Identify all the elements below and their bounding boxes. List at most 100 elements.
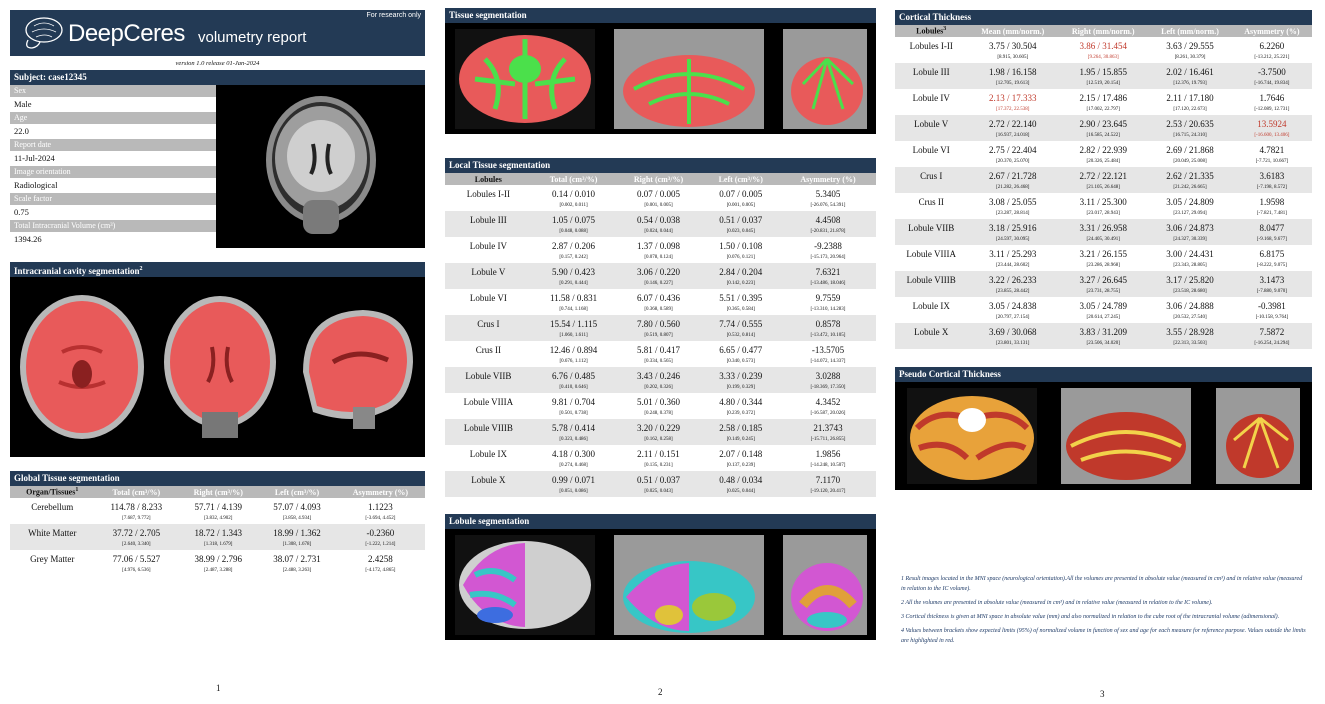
cell-asym: 1.9598: [1259, 196, 1285, 207]
page-3: Cortical Thickness Lobules3 Mean (mm/nor…: [895, 0, 1312, 699]
cell-asym: 1.1223: [368, 501, 393, 512]
cell-total-range: [0.744, 1.168]: [559, 306, 588, 312]
cell-left: 4.80 / 0.344: [719, 396, 763, 407]
table-row-range: [23.855, 28.442] [23.731, 28.755] [23.518,…: [895, 285, 1312, 297]
subject-fields: Sex Male Age 22.0 Report date 11-Jul-202…: [10, 85, 216, 248]
row-name-spacer: [445, 381, 532, 393]
cell-asym-range: [-20.831, 21.878]: [779, 225, 876, 237]
cell-right-range: [1.318, 1.679]: [178, 538, 259, 550]
table-row-range: [0.051, 0.086] [0.025, 0.043] [0.025, 0.04…: [445, 485, 876, 497]
cell-left-range: [23.127, 29.094]: [1173, 210, 1207, 216]
row-name-spacer: [895, 337, 968, 349]
cell-asym: 2.4258: [368, 553, 393, 564]
cell-asym-range: [-7.880, 9.070]: [1231, 285, 1312, 297]
row-name: Lobule IX: [469, 448, 507, 459]
table-row-range: [0.501, 0.738] [0.248, 0.378] [0.239, 0.37…: [445, 407, 876, 419]
row-name: Lobule VIIB: [895, 219, 968, 233]
table-row-range: [0.410, 0.646] [0.202, 0.326] [0.199, 0.32…: [445, 381, 876, 393]
cell-asym-range: [-4.172, 4.865]: [365, 567, 396, 573]
cell-total-range: [0.676, 1.112]: [559, 358, 588, 364]
cell-total-range: [12.705, 19.613]: [967, 77, 1059, 89]
cell-left-range: [0.137, 0.239]: [726, 462, 755, 468]
tissue-coronal-image: [613, 28, 764, 129]
cell-right-range: [0.001, 0.005]: [644, 202, 673, 208]
deepceres-logo-icon: [25, 17, 63, 49]
report-date-label: Report date: [10, 139, 216, 151]
lobule-coronal-image: [613, 534, 764, 635]
cell-asym-range: [-9.168, 9.677]: [1231, 233, 1312, 245]
cell-right: 2.72 / 22.121: [1058, 167, 1149, 181]
cell-total: 2.87 / 0.206: [552, 240, 596, 251]
cell-left: 3.06 / 24.888: [1166, 300, 1214, 311]
cell-left-range: [20.532, 27.540]: [1173, 314, 1207, 320]
cell-total: 3.75 / 30.504: [989, 40, 1037, 51]
table-row-range: [23.444, 28.602] [23.286, 28.968] [23.343,…: [895, 259, 1312, 271]
cell-left: 3.63 / 29.555: [1166, 40, 1214, 51]
cell-left: 2.84 / 0.204: [701, 263, 780, 277]
row-name-spacer: [895, 233, 968, 245]
global-col-total: Total (cm³/%): [94, 486, 179, 498]
table-row: Lobule VIIIA 3.11 / 25.293 3.21 / 26.155 3.…: [895, 245, 1312, 259]
local-table-body: Lobules I-II 0.14 / 0.010 0.07 / 0.005 0.07…: [445, 185, 876, 497]
cell-right-range: [20.326, 25.484]: [1086, 158, 1120, 164]
table-row-range: [23.801, 33.131] [23.506, 34.020] [22.313,…: [895, 337, 1312, 349]
cortical-table: Lobules3 Mean (mm/norm.) Right (mm/norm.…: [895, 25, 1312, 349]
cell-right: 2.15 / 17.486: [1079, 92, 1127, 103]
row-name-spacer: [895, 51, 967, 63]
cell-right-range: [0.025, 0.043]: [615, 485, 702, 497]
cell-right: 1.37 / 0.098: [636, 240, 680, 251]
cell-left-range: [0.340, 0.573]: [726, 358, 755, 364]
cell-left-range: [0.199, 0.329]: [701, 381, 780, 393]
cell-right: 3.43 / 0.246: [615, 367, 702, 381]
row-name-spacer: [445, 329, 532, 341]
cell-right: 3.11 / 25.300: [1079, 196, 1127, 207]
cell-right-range: [0.334, 0.565]: [644, 358, 673, 364]
footnote-1: 1 Result images located in the MNI space…: [901, 576, 1303, 592]
table-row-range: [12.705, 19.613] [12.519, 20.154] [12.376,…: [895, 77, 1312, 89]
cell-right: 57.71 / 4.139: [194, 501, 243, 512]
cell-total: 3.08 / 25.055: [989, 196, 1037, 207]
cell-total: 2.67 / 21.728: [967, 167, 1059, 181]
cell-left: 3.55 / 28.928: [1148, 323, 1232, 337]
table-row-range: [0.157, 0.242] [0.078, 0.124] [0.076, 0.12…: [445, 251, 876, 263]
lobule-seg-images: [445, 529, 876, 640]
row-name: Crus I: [895, 167, 968, 181]
intracranial-title-text: Intracranial cavity segmentation: [14, 266, 140, 276]
global-col-organ: Organ/Tissues1: [10, 486, 95, 498]
cell-asym-range: [-19.120, 20.417]: [779, 485, 876, 497]
cell-total: 6.76 / 0.485: [531, 367, 616, 381]
global-col-asym: Asymmetry (%): [335, 486, 425, 498]
cell-total: 3.69 / 30.068: [967, 323, 1059, 337]
cell-total-range: [0.002, 0.011]: [559, 202, 588, 208]
row-name-spacer: [895, 311, 967, 323]
intracranial-axial-image: [19, 295, 144, 439]
orientation-label: Image orientation: [10, 166, 216, 178]
page-2: Tissue segmentation Local Tissue segment…: [445, 0, 876, 697]
row-name: Lobule VIIIA: [463, 396, 514, 407]
cell-asym: 9.7559: [815, 292, 841, 303]
cell-right-range: [0.162, 0.258]: [615, 433, 702, 445]
pseudo-title: Pseudo Cortical Thickness: [895, 367, 1312, 382]
row-name: Grey Matter: [30, 553, 75, 564]
cell-asym-range: [-13.486, 18.046]: [779, 277, 876, 289]
cell-asym: 4.3452: [815, 396, 841, 407]
table-row-range: [0.002, 0.011] [0.001, 0.005] [0.001, 0.00…: [445, 199, 876, 211]
cell-left-range: [1.308, 1.678]: [258, 538, 336, 550]
cell-asym: 7.1170: [779, 471, 876, 485]
cell-left-range: [24.327, 30.339]: [1148, 233, 1232, 245]
cell-left: 2.07 / 0.148: [719, 448, 763, 459]
cell-right: 3.31 / 26.958: [1058, 219, 1149, 233]
cell-total-range: [24.597, 30.095]: [967, 233, 1059, 245]
brand-name: DeepCeres: [68, 20, 185, 47]
tiv-value: 1394.26: [14, 234, 42, 244]
table-row: Crus II 12.46 / 0.894 5.81 / 0.417 6.65 / 0…: [445, 341, 876, 355]
version-line: version 1.0 release 01-Jan-2024: [175, 60, 260, 67]
cell-total: 2.72 / 22.140: [967, 115, 1059, 129]
tissue-images: [445, 23, 876, 134]
cell-asym-range: [-1.222, 1.214]: [335, 538, 425, 550]
scale-factor-label: Scale factor: [10, 193, 216, 205]
global-table-body: Cerebellum 114.78 / 8.233 57.71 / 4.139 57.…: [10, 498, 425, 576]
cell-asym: 13.5924: [1231, 115, 1312, 129]
row-name: Lobule IV: [469, 240, 507, 251]
tissue-sagittal-image: [782, 28, 867, 129]
